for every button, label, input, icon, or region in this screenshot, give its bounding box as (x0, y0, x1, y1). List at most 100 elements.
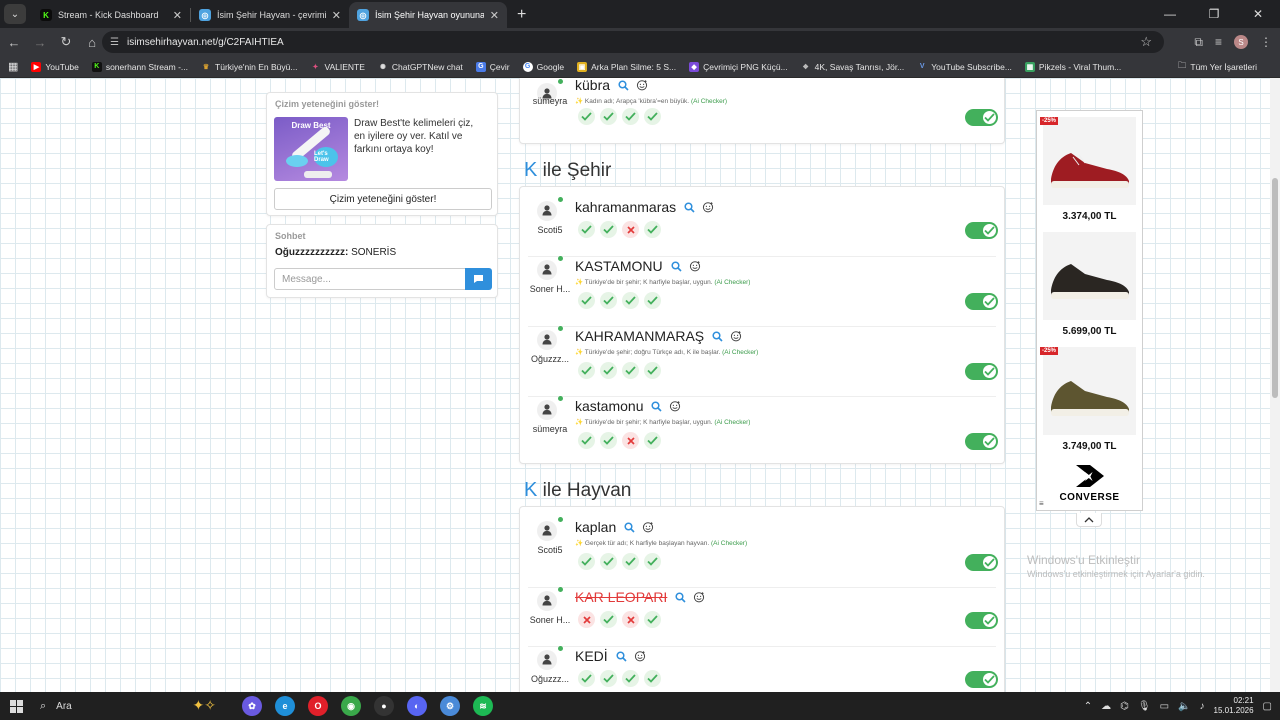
draw-best-button[interactable]: Çizim yeteneğini göster! (274, 188, 492, 210)
close-icon[interactable]: ✕ (490, 9, 499, 22)
chat-send-button[interactable] (465, 268, 492, 290)
emoji-icon[interactable] (669, 399, 681, 415)
network-icon[interactable]: ⌬ (1120, 701, 1129, 712)
search-icon[interactable] (671, 259, 682, 275)
all-bookmarks[interactable]: 🗀 Tüm Yer İşaretleri (1178, 56, 1257, 78)
chat-message-input[interactable]: Message... (274, 268, 466, 290)
bookmark-item[interactable]: ✦ VALIENTE (310, 61, 365, 72)
chevron-up-icon[interactable]: ⌃ (1084, 701, 1092, 712)
accept-toggle[interactable] (965, 671, 998, 688)
accept-toggle[interactable] (965, 363, 998, 380)
tab-isim-sehir-hayvan-active[interactable]: ◎ İsim Şehir Hayvan oyununa katı ✕ (349, 2, 507, 28)
home-icon[interactable]: ⌂ (80, 35, 104, 50)
search-icon[interactable] (651, 399, 663, 415)
ai-hint: ✨ Türkiye'de şehir; doğru Türkçe adı, K … (575, 348, 758, 356)
accept-toggle[interactable] (965, 433, 998, 450)
tab-kick-dashboard[interactable]: K Stream - Kick Dashboard ✕ (32, 2, 190, 28)
bookmark-item[interactable]: G Çevir (475, 61, 510, 72)
search-icon[interactable] (624, 520, 635, 536)
speaker-icon[interactable]: 🔈 (1178, 701, 1190, 712)
close-icon[interactable]: ✕ (332, 9, 341, 22)
accept-toggle[interactable] (965, 222, 998, 239)
vote-check-icon (600, 432, 617, 449)
emoji-icon[interactable] (642, 520, 654, 536)
reload-icon[interactable]: ↻ (54, 34, 78, 50)
bookmark-item[interactable]: ▣ Arka Plan Silme: 5 S... (577, 61, 676, 72)
accept-toggle[interactable] (965, 554, 998, 571)
back-arrow-icon[interactable]: ← (2, 35, 26, 50)
vote-check-icon (578, 108, 595, 125)
notifications-icon[interactable]: ▢ (1263, 701, 1272, 712)
bookmark-item[interactable]: ◆ Çevrimiçi PNG Küçü... (689, 61, 788, 72)
bookmark-item[interactable]: Ksonerhann Stream -... (91, 61, 188, 72)
ai-checker-label: (Ai Checker) (690, 98, 728, 105)
check-icon (983, 224, 996, 237)
check-icon (983, 556, 996, 569)
search-icon[interactable] (712, 329, 723, 345)
forward-arrow-icon[interactable]: → (28, 35, 52, 50)
emoji-icon[interactable] (693, 590, 705, 606)
bookmark-item[interactable]: ❖ 4K, Savaş Tanrısı, Jör... (801, 62, 905, 72)
media-controls-icon[interactable]: ≡ (1215, 35, 1222, 49)
ad-collapse-button[interactable] (1076, 513, 1102, 527)
restore-icon[interactable]: ❐ (1192, 7, 1236, 21)
ad-choices-icon[interactable]: ≡ (1039, 499, 1044, 508)
monitor-icon[interactable]: ▭ (1160, 701, 1169, 712)
spotify-icon[interactable]: ≋ (473, 696, 493, 716)
menu-kebab-icon[interactable]: ⋮ (1260, 35, 1272, 49)
emoji-icon[interactable] (702, 200, 714, 216)
remove-bg-icon: ▣ (577, 61, 588, 72)
chatgpt-icon: ✺ (379, 63, 386, 71)
scrollbar-thumb[interactable] (1272, 178, 1278, 398)
obs-icon[interactable]: ● (374, 696, 394, 716)
chrome-icon[interactable]: ◉ (341, 696, 361, 716)
hint-text: Kadın adı; Arapça 'kübra'=en büyük. (584, 98, 690, 105)
converse-ad[interactable]: -25% 3.374,00 TL 5.699,00 TL -25% 3.749,… (1036, 110, 1143, 511)
copilot-icon[interactable]: ✿ (242, 696, 262, 716)
page-scrollbar[interactable] (1270, 78, 1280, 692)
onedrive-icon[interactable]: ☁ (1101, 701, 1111, 712)
close-icon[interactable]: ✕ (173, 9, 182, 22)
profile-avatar[interactable]: S (1234, 35, 1248, 49)
volume-icon[interactable]: ♪ (1200, 701, 1205, 712)
settings-icon[interactable]: ⚙ (440, 696, 460, 716)
clock[interactable]: 02:21 15.01.2026 (1214, 696, 1254, 716)
search-icon[interactable] (616, 649, 627, 665)
emoji-icon[interactable] (636, 78, 648, 94)
opera-icon[interactable]: O (308, 696, 328, 716)
bookmark-label: VALIENTE (324, 61, 365, 72)
emoji-icon[interactable] (730, 329, 742, 345)
tab-isim-sehir-hayvan[interactable]: ◎ İsim Şehir Hayvan - çevrimiçi oy ✕ (191, 2, 349, 28)
search-icon[interactable] (675, 590, 686, 606)
site-info-icon[interactable]: ☰ (110, 37, 119, 48)
apps-grid-icon[interactable]: ▦ (8, 60, 18, 73)
bookmark-item[interactable]: V YouTube Subscribe... (917, 62, 1012, 72)
answer-row: Oğuzzz... KEDİ (520, 646, 1004, 692)
bookmark-item[interactable]: G Google (522, 61, 564, 72)
search-icon[interactable] (684, 200, 695, 216)
windows-start-icon[interactable] (10, 699, 28, 713)
accept-toggle[interactable] (965, 293, 998, 310)
new-tab-button[interactable]: + (517, 6, 526, 24)
extensions-icon[interactable]: ⧉ (1194, 35, 1203, 50)
bookmark-item[interactable]: ♛ Türkiye'nin En Büyü... (201, 62, 298, 72)
accept-toggle[interactable] (965, 109, 998, 126)
draw-best-image[interactable]: Draw Best Let's Draw (274, 117, 348, 181)
minimize-icon[interactable]: — (1148, 7, 1192, 21)
bookmark-item[interactable]: ✺ ChatGPTNew chat (378, 62, 463, 72)
taskbar-search[interactable]: ⌕ Ara ✦✧ (40, 695, 220, 717)
vote-check-icon (600, 292, 617, 309)
address-bar[interactable]: ☰ isimsehirhayvan.net/g/C2FAIHTIEA ☆ (102, 31, 1164, 53)
tab-search-button[interactable]: ⌄ (4, 4, 26, 24)
window-close-icon[interactable]: ✕ (1236, 7, 1280, 21)
accept-toggle[interactable] (965, 612, 998, 629)
microphone-icon[interactable]: 🎙 (1138, 701, 1151, 712)
bookmark-item[interactable]: ▶ YouTube (31, 61, 79, 72)
emoji-icon[interactable] (689, 259, 701, 275)
edge-icon[interactable]: e (275, 696, 295, 716)
search-icon[interactable] (618, 78, 629, 94)
discord-icon[interactable]: ◐ (407, 696, 427, 716)
emoji-icon[interactable] (634, 649, 646, 665)
bookmark-star-icon[interactable]: ☆ (1140, 34, 1152, 50)
bookmark-item[interactable]: ▦ Pikzels - Viral Thum... (1024, 61, 1121, 72)
